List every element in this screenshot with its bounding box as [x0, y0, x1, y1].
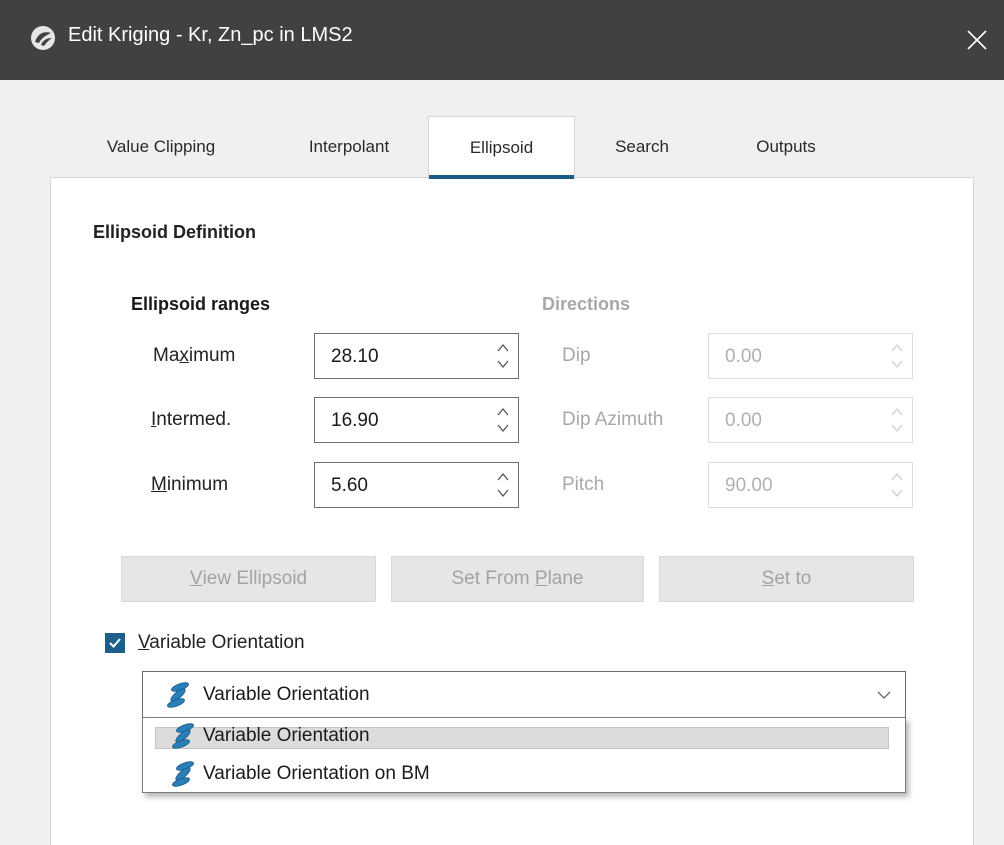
tab-ellipsoid[interactable]: Ellipsoid	[428, 116, 575, 179]
intermed-spinbox[interactable]: 16.90	[314, 397, 519, 443]
maximum-value: 28.10	[331, 346, 379, 367]
spin-arrows-icon[interactable]	[890, 404, 904, 436]
variable-orientation-icon	[167, 682, 189, 708]
close-button[interactable]	[950, 0, 1004, 80]
pitch-value: 90.00	[725, 475, 773, 496]
option-label: Variable Orientation	[203, 725, 370, 746]
directions-title: Directions	[542, 294, 631, 314]
dip-azimuth-value: 0.00	[725, 410, 762, 431]
variable-orientation-select[interactable]: Variable Orientation	[142, 671, 906, 718]
pitch-spinbox[interactable]: 90.00	[708, 462, 913, 508]
tab-outputs[interactable]: Outputs	[715, 116, 857, 178]
variable-orientation-icon	[172, 761, 194, 787]
tab-value-clipping[interactable]: Value Clipping	[66, 116, 256, 178]
dip-azimuth-label: Dip Azimuth	[562, 409, 664, 430]
checkbox-checked-icon[interactable]	[105, 633, 125, 653]
spin-arrows-icon[interactable]	[496, 469, 510, 501]
tab-interpolant[interactable]: Interpolant	[270, 116, 428, 178]
variable-orientation-icon	[172, 723, 194, 749]
tab-label: Ellipsoid	[469, 138, 534, 157]
variable-orientation-label: Variable Orientation	[138, 632, 305, 653]
view-ellipsoid-button[interactable]: View Ellipsoid	[121, 556, 376, 602]
tab-label: Interpolant	[308, 137, 390, 156]
option-label: Variable Orientation on BM	[203, 763, 430, 784]
tab-label: Value Clipping	[106, 137, 216, 156]
spin-arrows-icon[interactable]	[496, 404, 510, 436]
pitch-label: Pitch	[562, 474, 605, 495]
chevron-down-icon[interactable]	[875, 686, 893, 704]
selected-value: Variable Orientation	[203, 684, 370, 705]
tab-label: Outputs	[756, 137, 816, 156]
maximum-spinbox[interactable]: 28.10	[314, 333, 519, 379]
ellipsoid-ranges-title: Ellipsoid ranges	[131, 294, 271, 314]
minimum-spinbox[interactable]: 5.60	[314, 462, 519, 508]
dropdown-option-variable-orientation[interactable]: Variable Orientation	[143, 721, 905, 757]
intermed-label: Intermed.	[151, 409, 232, 430]
maximum-label: Maximum	[153, 345, 236, 366]
set-to-button[interactable]: Set to	[659, 556, 914, 602]
close-icon	[967, 30, 987, 50]
title-bar: Edit Kriging - Kr, Zn_pc in LMS2	[0, 0, 1004, 80]
spin-arrows-icon[interactable]	[890, 469, 904, 501]
variable-orientation-dropdown: Variable Orientation Variable Orientatio…	[142, 717, 906, 793]
dip-value: 0.00	[725, 346, 762, 367]
tab-search[interactable]: Search	[577, 116, 707, 178]
dip-azimuth-spinbox[interactable]: 0.00	[708, 397, 913, 443]
dropdown-option-variable-orientation-on-bm[interactable]: Variable Orientation on BM	[143, 757, 905, 793]
variable-orientation-checkbox[interactable]: Variable Orientation	[105, 632, 305, 654]
app-icon	[31, 26, 55, 50]
dip-spinbox[interactable]: 0.00	[708, 333, 913, 379]
set-from-plane-button[interactable]: Set From Plane	[391, 556, 644, 602]
active-tab-indicator	[429, 175, 574, 179]
intermed-value: 16.90	[331, 410, 379, 431]
section-title: Ellipsoid Definition	[93, 222, 256, 242]
minimum-value: 5.60	[331, 475, 368, 496]
tab-label: Search	[615, 137, 669, 156]
dip-label: Dip	[562, 345, 591, 366]
minimum-label: Minimum	[151, 474, 229, 495]
spin-arrows-icon[interactable]	[496, 340, 510, 372]
window-title: Edit Kriging - Kr, Zn_pc in LMS2	[68, 24, 353, 46]
spin-arrows-icon[interactable]	[890, 340, 904, 372]
